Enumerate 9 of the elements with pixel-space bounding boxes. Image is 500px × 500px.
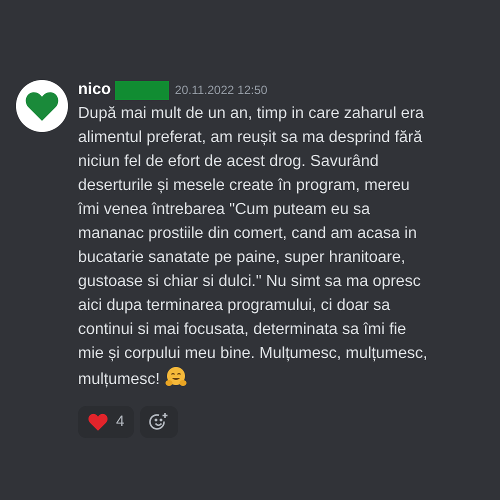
heart-icon xyxy=(25,91,59,121)
reaction-button[interactable]: 4 xyxy=(78,406,134,438)
author-name[interactable]: nico xyxy=(78,78,111,102)
message-text: După mai mult de un an, timp in care zaharul era alimentul preferat, am reușit sa ma desprind fără niciun fel de efort de acest drog. Savurând deserturile și mesele create în program, mereu îmi venea întrebarea "Cum puteam eu sa mananac prostiile din comert, cand am acasa in bucatarie sanatate pe paine, super hranitoare, gustoase si chiar si dulci." Nu simt sa ma opresc aici dupa terminarea programului, ci doar sa continui si mai focusata, determinata sa îmi fie mie și corpului meu bine. Mulțumesc, mulțumesc, mulțumesc! xyxy=(78,104,428,390)
heart-icon xyxy=(88,413,108,431)
hugging-face-icon xyxy=(164,366,187,388)
timestamp: 20.11.2022 12:50 xyxy=(174,82,268,99)
add-emoji-icon xyxy=(149,412,170,432)
add-reaction-button[interactable] xyxy=(140,406,178,438)
